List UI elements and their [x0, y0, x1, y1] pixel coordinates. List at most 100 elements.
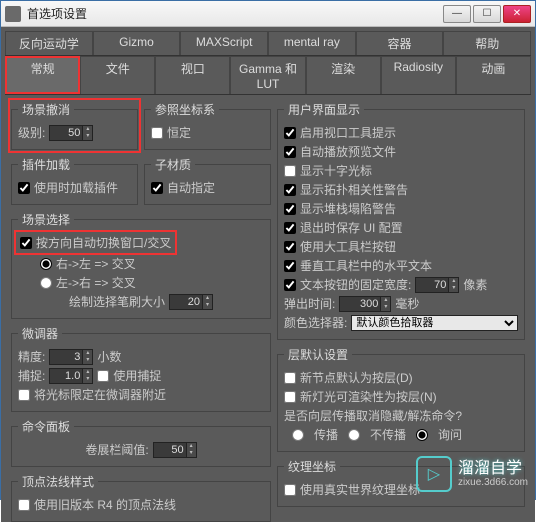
- legend-layer-def: 层默认设置: [284, 346, 352, 363]
- tab-viewports[interactable]: 视口: [155, 56, 230, 94]
- legend-cmd-panel: 命令面板: [18, 418, 74, 435]
- spin-down-icon[interactable]: ▾: [380, 304, 390, 311]
- spin-up-icon[interactable]: ▴: [82, 350, 92, 357]
- precision-input[interactable]: [50, 351, 82, 363]
- tab-gamma[interactable]: Gamma 和 LUT: [230, 56, 305, 94]
- watermark-brand: 溜溜自学: [458, 461, 528, 477]
- propagate-radio[interactable]: [292, 429, 304, 441]
- fixed-width-spinner[interactable]: ▴▾: [415, 277, 459, 293]
- group-vertex-norm: 顶点法线样式 使用旧版本 R4 的顶点法线: [11, 473, 271, 522]
- tab-containers[interactable]: 容器: [356, 31, 444, 55]
- tab-animation[interactable]: 动画: [456, 56, 531, 94]
- legend-scene-select: 场景选择: [18, 211, 74, 228]
- color-picker-select[interactable]: 默认颜色拾取器: [351, 315, 518, 331]
- spin-up-icon[interactable]: ▴: [186, 443, 196, 450]
- autoplay-preview-checkbox[interactable]: [284, 146, 296, 158]
- new-light-label: 新灯光可渲染性为按层(N): [300, 388, 437, 405]
- fixed-width-label: 文本按钮的固定宽度:: [300, 276, 411, 293]
- tabs-row-2: 常规 文件 视口 Gamma 和 LUT 渲染 Radiosity 动画: [5, 56, 531, 95]
- window-title: 首选项设置: [27, 5, 443, 22]
- spin-down-icon[interactable]: ▾: [82, 376, 92, 383]
- tab-radiosity[interactable]: Radiosity: [381, 56, 456, 94]
- undo-level-label: 级别:: [18, 124, 45, 141]
- picker-label: 颜色选择器:: [284, 314, 347, 331]
- play-icon: ▷: [416, 456, 452, 492]
- tab-help[interactable]: 帮助: [443, 31, 531, 55]
- spin-down-icon[interactable]: ▾: [82, 357, 92, 364]
- use-snap-checkbox[interactable]: [97, 370, 109, 382]
- titlebar: 首选项设置 — ☐ ✕: [1, 1, 535, 27]
- tab-general[interactable]: 常规: [5, 56, 80, 94]
- topo-warn-checkbox[interactable]: [284, 184, 296, 196]
- brush-spinner[interactable]: ▴▾: [169, 294, 213, 310]
- auto-assign-checkbox[interactable]: [151, 182, 163, 194]
- item-label: 垂直工具栏中的水平文本: [300, 257, 432, 274]
- ltr-radio[interactable]: [40, 277, 52, 289]
- group-spinner: 微调器 精度: ▴▾ 小数 捕捉: ▴▾: [11, 325, 271, 412]
- cursor-lock-checkbox[interactable]: [18, 389, 30, 401]
- load-on-use-checkbox[interactable]: [18, 182, 30, 194]
- spin-up-icon[interactable]: ▴: [448, 278, 458, 285]
- cursor-lock-label: 将光标限定在微调器附近: [34, 386, 166, 403]
- spin-down-icon[interactable]: ▾: [202, 302, 212, 309]
- use-snap-label: 使用捕捉: [113, 367, 161, 384]
- auto-switch-checkbox[interactable]: [20, 237, 32, 249]
- snap-input[interactable]: [50, 370, 82, 382]
- rtl-radio[interactable]: [40, 258, 52, 270]
- decimal-label: 小数: [97, 348, 121, 365]
- spin-down-icon[interactable]: ▾: [186, 450, 196, 457]
- tab-gizmo[interactable]: Gizmo: [93, 31, 181, 55]
- real-world-checkbox[interactable]: [284, 484, 296, 496]
- fixed-width-checkbox[interactable]: [284, 279, 296, 291]
- opt-label: 不传播: [370, 426, 406, 443]
- no-propagate-radio[interactable]: [348, 429, 360, 441]
- use-r4-checkbox[interactable]: [18, 499, 30, 511]
- collapse-warn-checkbox[interactable]: [284, 203, 296, 215]
- snap-spinner[interactable]: ▴▾: [49, 368, 93, 384]
- maximize-button[interactable]: ☐: [473, 5, 501, 23]
- new-node-checkbox[interactable]: [284, 372, 296, 384]
- item-label: 自动播放预览文件: [300, 143, 396, 160]
- tabs-row-1: 反向运动学 Gizmo MAXScript mental ray 容器 帮助: [5, 31, 531, 56]
- ask-radio[interactable]: [416, 429, 428, 441]
- spin-up-icon[interactable]: ▴: [380, 297, 390, 304]
- tab-render[interactable]: 渲染: [306, 56, 381, 94]
- undo-level-input[interactable]: [50, 127, 82, 139]
- item-label: 显示堆栈塌陷警告: [300, 200, 396, 217]
- undo-level-spinner[interactable]: ▴▾: [49, 125, 93, 141]
- spin-up-icon[interactable]: ▴: [82, 126, 92, 133]
- ms-label: 毫秒: [395, 295, 419, 312]
- spin-up-icon[interactable]: ▴: [82, 369, 92, 376]
- group-scene-undo: 场景撤消 级别: ▴▾: [11, 101, 138, 150]
- tab-ik[interactable]: 反向运动学: [5, 31, 93, 55]
- constant-checkbox[interactable]: [151, 127, 163, 139]
- roll-spinner[interactable]: ▴▾: [153, 442, 197, 458]
- new-light-checkbox[interactable]: [284, 391, 296, 403]
- save-ui-checkbox[interactable]: [284, 222, 296, 234]
- tab-files[interactable]: 文件: [80, 56, 155, 94]
- tab-mentalray[interactable]: mental ray: [268, 31, 356, 55]
- roll-input[interactable]: [154, 444, 186, 456]
- ltr-label: 左->右 => 交叉: [56, 274, 136, 291]
- large-btn-checkbox[interactable]: [284, 241, 296, 253]
- brush-input[interactable]: [170, 296, 202, 308]
- spin-down-icon[interactable]: ▾: [82, 133, 92, 140]
- minimize-button[interactable]: —: [443, 5, 471, 23]
- viewport-tooltips-checkbox[interactable]: [284, 127, 296, 139]
- cross-cursor-checkbox[interactable]: [284, 165, 296, 177]
- legend-ref-coord: 参照坐标系: [151, 101, 219, 118]
- spin-up-icon[interactable]: ▴: [202, 295, 212, 302]
- tab-maxscript[interactable]: MAXScript: [180, 31, 268, 55]
- spin-down-icon[interactable]: ▾: [448, 285, 458, 292]
- popup-input[interactable]: [340, 298, 380, 310]
- popup-spinner[interactable]: ▴▾: [339, 296, 391, 312]
- close-button[interactable]: ✕: [503, 5, 531, 23]
- real-world-label: 使用真实世界纹理坐标: [300, 481, 420, 498]
- legend-ui-display: 用户界面显示: [284, 101, 364, 118]
- group-ui-display: 用户界面显示 启用视口工具提示 自动播放预览文件 显示十字光标 显示拓扑相关性警…: [277, 101, 525, 340]
- horiz-text-checkbox[interactable]: [284, 260, 296, 272]
- roll-label: 卷展栏阈值:: [85, 441, 148, 458]
- precision-spinner[interactable]: ▴▾: [49, 349, 93, 365]
- brush-label: 绘制选择笔刷大小: [69, 293, 165, 310]
- fixed-width-input[interactable]: [416, 279, 448, 291]
